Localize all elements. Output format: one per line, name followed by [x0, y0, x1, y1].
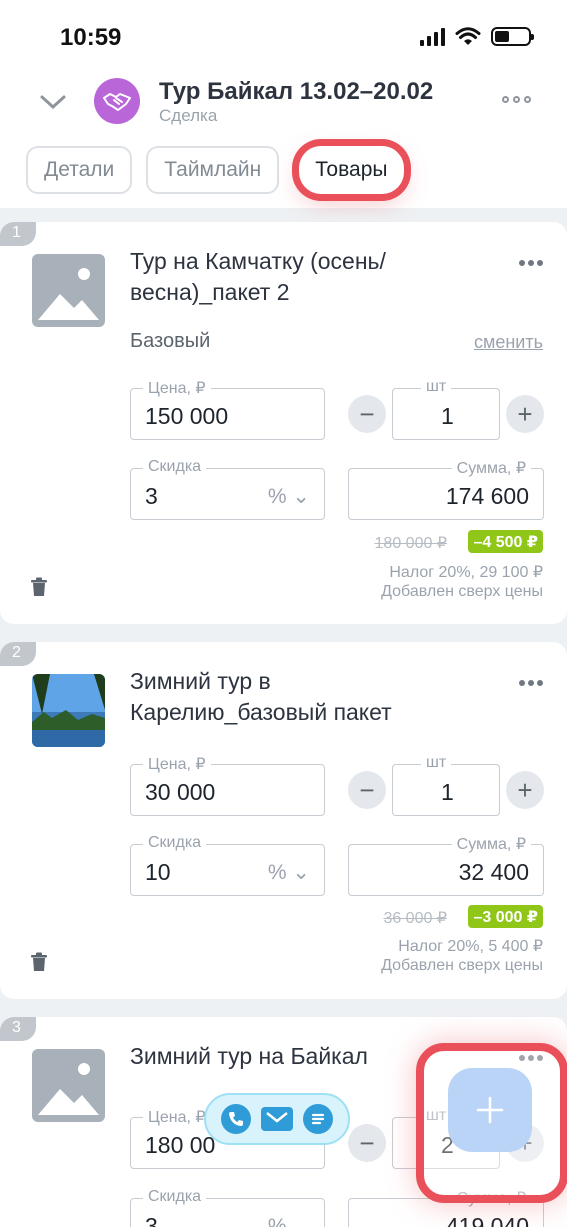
discount-field[interactable]: Скидка 10 % ⌄ — [130, 834, 325, 896]
chat-icon[interactable] — [303, 1104, 333, 1134]
qty-field[interactable]: шт 1 — [392, 378, 500, 440]
deal-header: Тур Байкал 13.02–20.02 Сделка Детали Тай… — [0, 68, 567, 208]
trash-icon[interactable] — [30, 577, 48, 597]
tab-details[interactable]: Детали — [26, 146, 133, 194]
tab-products[interactable]: Товары — [299, 146, 404, 194]
wifi-icon — [455, 27, 481, 45]
sum-field[interactable]: Сумма, ₽ 174 600 — [348, 458, 544, 520]
status-time: 10:59 — [60, 24, 122, 51]
chevron-down-icon[interactable] — [38, 90, 68, 114]
more-options-icon[interactable] — [502, 96, 531, 103]
status-icons — [420, 27, 534, 46]
deal-title: Тур Байкал 13.02–20.02 — [159, 78, 434, 105]
status-bar: 10:59 — [0, 0, 567, 68]
tab-timeline[interactable]: Таймлайн — [146, 146, 280, 194]
deal-avatar — [94, 78, 140, 124]
mail-icon[interactable] — [261, 1107, 293, 1131]
deal-subtitle: Сделка — [159, 106, 218, 125]
battery-icon — [491, 27, 534, 46]
tax-info: Налог 20%, 5 400 ₽ — [398, 938, 543, 955]
discount-badge: –4 500 ₽ — [468, 530, 543, 553]
tax-note: Добавлен сверх цены — [381, 583, 543, 600]
image-placeholder-icon — [32, 254, 105, 327]
old-price: 36 000 ₽ — [383, 910, 447, 927]
phone-icon[interactable] — [221, 1104, 251, 1134]
qty-field[interactable]: шт 1 — [392, 754, 500, 816]
product-name[interactable]: Зимний тур в Карелию_базовый пакет — [130, 666, 470, 728]
qty-increase-button[interactable]: + — [506, 395, 544, 433]
add-product-button[interactable] — [448, 1068, 532, 1152]
discount-field[interactable]: Скидка 3 % ⌄ — [130, 1188, 325, 1227]
product-index: 3 — [0, 1017, 36, 1041]
qty-decrease-button[interactable]: − — [348, 771, 386, 809]
product-variant: Базовый — [130, 330, 211, 352]
product-card: 2 Зимний тур в Карелию_базовый пакет Цен… — [0, 642, 567, 999]
tax-info: Налог 20%, 29 100 ₽ — [389, 564, 543, 581]
image-placeholder-icon — [32, 1049, 105, 1122]
trash-icon[interactable] — [30, 952, 48, 972]
discount-field[interactable]: Скидка 3 % ⌄ — [130, 458, 325, 520]
change-variant-link[interactable]: сменить — [474, 332, 543, 353]
product-index: 2 — [0, 642, 36, 666]
product-more-icon[interactable] — [519, 260, 543, 266]
sum-field[interactable]: Сумма, ₽ 32 400 — [348, 834, 544, 896]
handshake-icon — [103, 93, 131, 111]
qty-decrease-button[interactable]: − — [348, 1124, 386, 1162]
product-card: 1 Тур на Камчатку (осень/ весна)_пакет 2… — [0, 222, 567, 624]
price-field[interactable]: Цена, ₽ 150 000 — [130, 378, 325, 440]
discount-unit-select[interactable]: % ⌄ — [268, 484, 310, 509]
discount-unit-select[interactable]: % ⌄ — [268, 1214, 310, 1227]
qty-decrease-button[interactable]: − — [348, 395, 386, 433]
price-field[interactable]: Цена, ₽ 30 000 — [130, 754, 325, 816]
communication-bar — [204, 1093, 350, 1145]
old-price: 180 000 ₽ — [374, 535, 447, 552]
tab-bar: Детали Таймлайн Товары — [26, 146, 404, 194]
discount-badge: –3 000 ₽ — [468, 905, 543, 928]
product-name[interactable]: Тур на Камчатку (осень/ весна)_пакет 2 — [130, 246, 470, 308]
qty-increase-button[interactable]: + — [506, 771, 544, 809]
product-photo — [32, 674, 105, 747]
signal-icon — [420, 28, 445, 46]
product-index: 1 — [0, 222, 36, 246]
tax-note: Добавлен сверх цены — [381, 957, 543, 974]
discount-unit-select[interactable]: % ⌄ — [268, 860, 310, 885]
plus-icon — [476, 1096, 504, 1124]
product-more-icon[interactable] — [519, 680, 543, 686]
